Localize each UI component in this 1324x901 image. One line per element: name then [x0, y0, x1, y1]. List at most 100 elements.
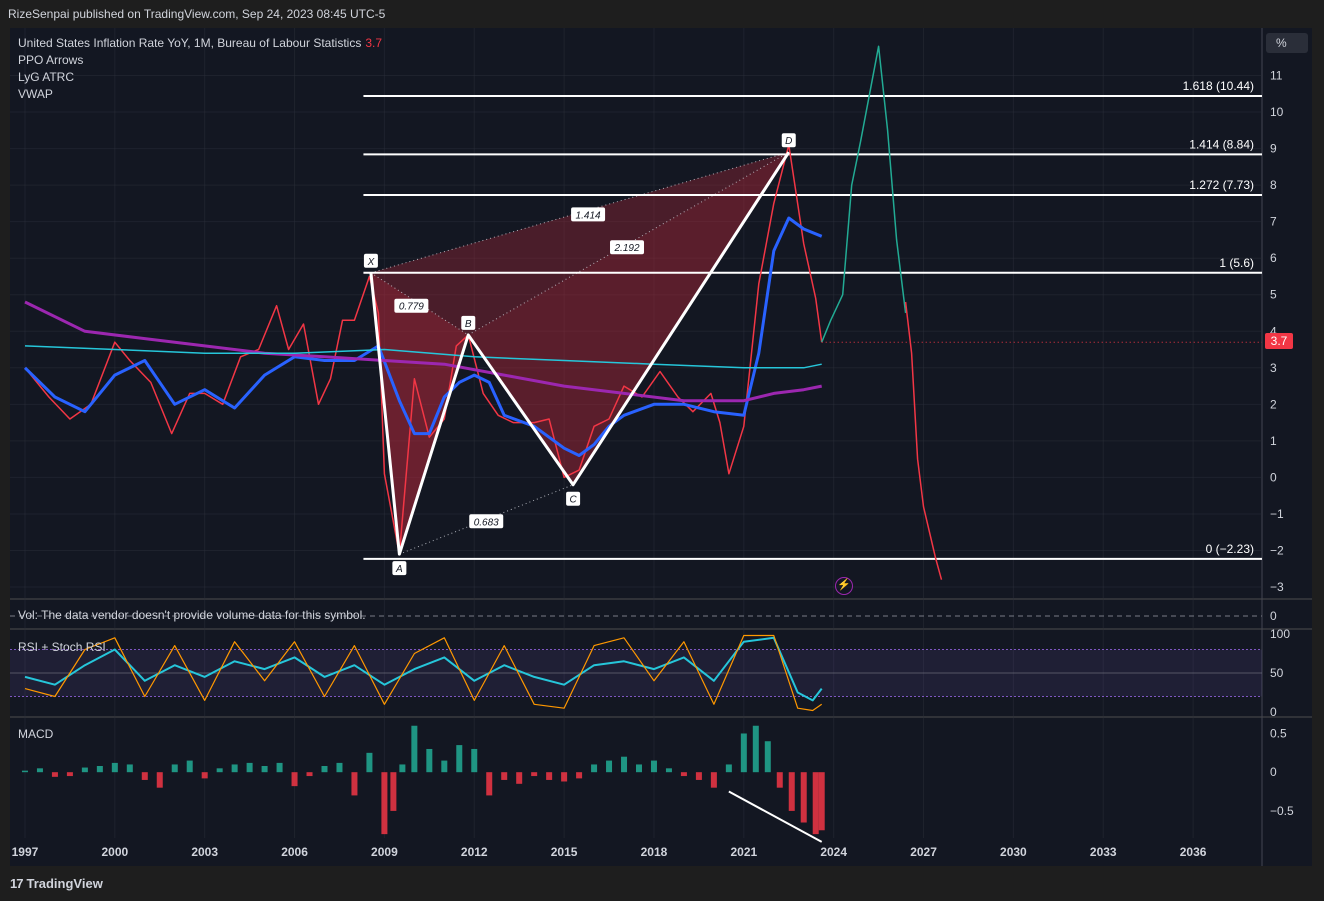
volume-tick-label: 0 [1270, 609, 1277, 623]
macd-histogram-bar [171, 764, 178, 773]
pattern-point-label: B [465, 319, 472, 330]
ratio-label: 2.192 [613, 243, 639, 254]
ratio-label: 1.414 [576, 210, 601, 221]
macd-histogram-bar [776, 772, 783, 788]
lightning-icon[interactable]: ⚡ [835, 577, 853, 595]
macd-histogram-bar [21, 770, 28, 773]
macd-histogram-bar [381, 772, 388, 835]
macd-histogram-bar [501, 772, 508, 780]
macd-histogram-bar [800, 772, 807, 823]
price-tick-label: 0 [1270, 470, 1277, 484]
fib-level-label: 1.414 (8.84) [1189, 137, 1254, 151]
macd-histogram-bar [752, 725, 759, 773]
macd-histogram-bar [216, 768, 223, 773]
chart-canvas[interactable]: 1997 2000 2003 2006 2009 2012 2015 2018 2021 2024… [0, 0, 1324, 866]
time-tick-label: 2015 [551, 845, 578, 859]
symbol-title: United States Inflation Rate YoY, 1M, Bu… [18, 36, 362, 50]
tradingview-logo-icon: 17 [10, 876, 24, 891]
macd-histogram-bar [126, 764, 133, 773]
price-tick-label: 9 [1270, 142, 1277, 156]
time-tick-label: 2021 [730, 845, 757, 859]
macd-histogram-bar [650, 760, 657, 773]
macd-histogram-bar [635, 764, 642, 773]
price-tick-label: 5 [1270, 288, 1277, 302]
macd-histogram-bar [725, 764, 732, 773]
macd-histogram-bar [740, 733, 747, 773]
rsi-tick-label: 50 [1270, 666, 1284, 680]
rsi-tick-label: 100 [1270, 627, 1290, 641]
macd-tick-label: −0.5 [1270, 804, 1294, 818]
indicator-ppo-arrows[interactable]: PPO Arrows [18, 52, 382, 69]
time-tick-label: 2003 [191, 845, 218, 859]
rsi-pane-title[interactable]: RSI + Stoch RSI [18, 640, 106, 654]
indicator-vwap[interactable]: VWAP [18, 86, 382, 103]
price-tick-label: −2 [1270, 544, 1284, 558]
macd-histogram-bar [561, 772, 568, 782]
fib-level-label: 1.618 (10.44) [1183, 79, 1254, 93]
time-tick-label: 1997 [12, 845, 39, 859]
chart-legend: United States Inflation Rate YoY, 1M, Bu… [18, 35, 382, 103]
volume-note: Vol: The data vendor doesn't provide vol… [18, 608, 366, 622]
ratio-label: 0.779 [399, 302, 424, 313]
time-tick-label: 2006 [281, 845, 308, 859]
fib-level-label: 1.272 (7.73) [1189, 178, 1254, 192]
time-tick-label: 2018 [641, 845, 668, 859]
footer [0, 866, 1324, 901]
ratio-label: 0.683 [474, 517, 499, 528]
macd-histogram-bar [306, 772, 313, 777]
tradingview-logo[interactable]: 17 TradingView [10, 876, 103, 891]
macd-histogram-bar [246, 762, 253, 773]
symbol-last-value: 3.7 [365, 36, 383, 50]
price-tick-label: −1 [1270, 507, 1284, 521]
last-price-tag: 3.7 [1265, 333, 1293, 349]
macd-histogram-bar [680, 772, 687, 777]
macd-histogram-bar [818, 772, 825, 831]
macd-histogram-bar [788, 772, 795, 811]
macd-histogram-bar [141, 772, 148, 780]
macd-histogram-bar [764, 741, 771, 773]
macd-tick-label: 0.5 [1270, 726, 1287, 740]
price-tick-label: 8 [1270, 178, 1277, 192]
macd-histogram-bar [411, 725, 418, 773]
macd-histogram-bar [426, 748, 433, 773]
macd-histogram-bar [591, 764, 598, 773]
price-tick-label: 11 [1270, 69, 1283, 83]
macd-histogram-bar [276, 762, 283, 773]
macd-histogram-bar [456, 745, 463, 773]
pattern-point-label: D [785, 136, 792, 147]
rsi-tick-label: 0 [1270, 705, 1277, 719]
price-tick-label: 1 [1270, 434, 1277, 448]
macd-histogram-bar [231, 764, 238, 773]
macd-histogram-bar [51, 772, 58, 777]
pattern-point-label: A [395, 564, 403, 575]
macd-histogram-bar [812, 772, 819, 835]
macd-histogram-bar [291, 772, 298, 787]
macd-histogram-bar [111, 762, 118, 773]
time-tick-label: 2024 [820, 845, 847, 859]
macd-histogram-bar [261, 766, 268, 773]
pane-background-macd [10, 718, 1262, 838]
price-tick-label: 3 [1270, 361, 1277, 375]
time-tick-label: 2012 [461, 845, 488, 859]
tradingview-brand: TradingView [26, 876, 103, 891]
time-tick-label: 2027 [910, 845, 937, 859]
indicator-lyg-atrc[interactable]: LyG ATRC [18, 69, 382, 86]
price-tick-label: −3 [1270, 580, 1284, 594]
time-tick-label: 2036 [1180, 845, 1207, 859]
macd-histogram-bar [66, 772, 73, 777]
macd-histogram-bar [36, 768, 43, 773]
price-tick-label: 2 [1270, 397, 1277, 411]
price-tick-label: 10 [1270, 105, 1284, 119]
macd-histogram-bar [156, 772, 163, 788]
symbol-legend-row[interactable]: United States Inflation Rate YoY, 1M, Bu… [18, 35, 382, 52]
macd-histogram-bar [201, 772, 208, 779]
macd-tick-label: 0 [1270, 765, 1277, 779]
macd-histogram-bar [531, 772, 538, 777]
macd-histogram-bar [576, 772, 583, 779]
macd-histogram-bar [441, 760, 448, 773]
percent-scale-button[interactable]: % [1266, 33, 1308, 53]
macd-pane-title[interactable]: MACD [18, 727, 53, 741]
pattern-point-label: X [367, 257, 375, 268]
macd-histogram-bar [665, 768, 672, 773]
macd-histogram-bar [516, 772, 523, 784]
